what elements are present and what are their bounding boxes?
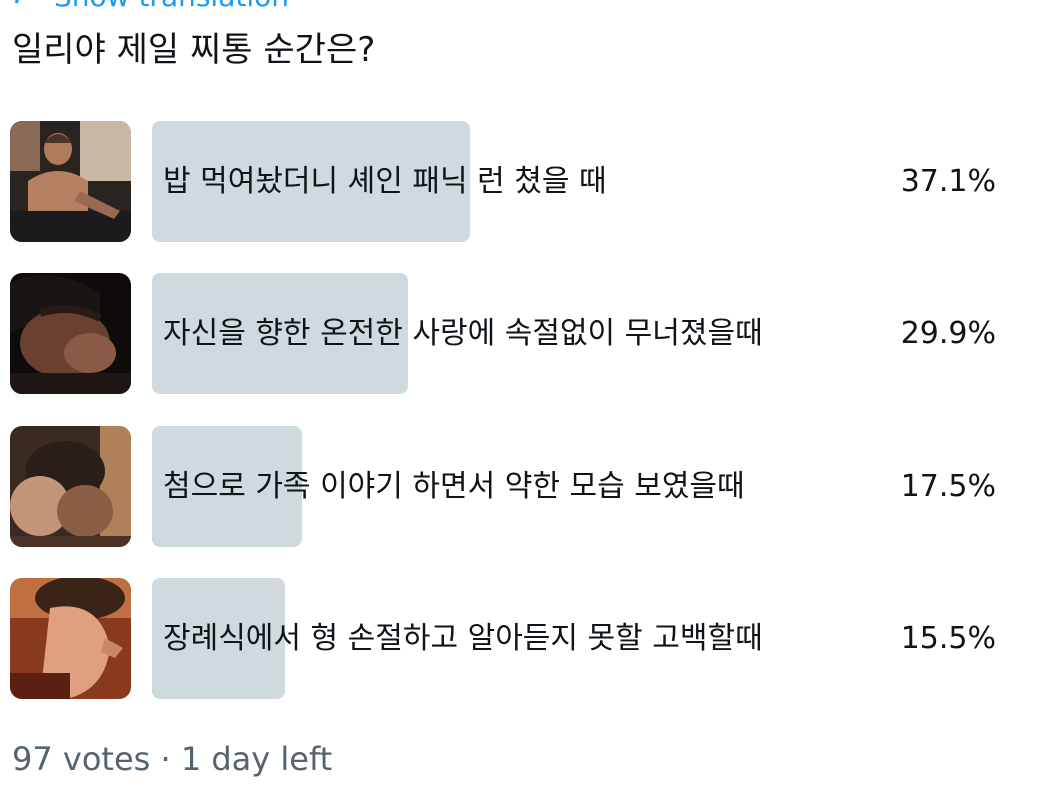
- option-percent: 15.5%: [900, 621, 996, 656]
- show-translation-link[interactable]: Show translation: [12, 0, 289, 13]
- translate-icon: [12, 0, 44, 14]
- option-thumbnail: [10, 578, 131, 699]
- option-label: 자신을 향한 온전한 사랑에 속절없이 무너졌을때: [163, 316, 763, 351]
- option-label: 장례식에서 형 손절하고 알아듣지 못할 고백할때: [163, 621, 763, 656]
- time-left: 1 day left: [180, 740, 333, 778]
- option-percent: 29.9%: [900, 316, 996, 351]
- show-translation-label: Show translation: [54, 0, 289, 13]
- poll-option: 첨으로 가족 이야기 하면서 약한 모습 보였을때 17.5%: [10, 426, 1010, 547]
- poll-card: Show translation 일리야 제일 찌통 순간은? 밥 먹여놨더니 …: [0, 0, 1041, 806]
- poll-option: 자신을 향한 온전한 사랑에 속절없이 무너졌을때 29.9%: [10, 273, 1010, 394]
- option-label: 밥 먹여놨더니 셰인 패닉 런 쳤을 때: [163, 164, 607, 199]
- option-thumbnail: [10, 273, 131, 394]
- footer-separator: ·: [160, 740, 171, 778]
- vote-count: 97 votes: [12, 740, 151, 778]
- poll-question: 일리야 제일 찌통 순간은?: [12, 30, 376, 70]
- poll-footer: 97 votes · 1 day left: [12, 740, 332, 778]
- poll-option: 장례식에서 형 손절하고 알아듣지 못할 고백할때 15.5%: [10, 578, 1010, 699]
- option-thumbnail: [10, 121, 131, 242]
- option-label: 첨으로 가족 이야기 하면서 약한 모습 보였을때: [163, 469, 745, 504]
- option-percent: 37.1%: [900, 164, 996, 199]
- poll-option: 밥 먹여놨더니 셰인 패닉 런 쳤을 때 37.1%: [10, 121, 1010, 242]
- option-percent: 17.5%: [900, 469, 996, 504]
- option-thumbnail: [10, 426, 131, 547]
